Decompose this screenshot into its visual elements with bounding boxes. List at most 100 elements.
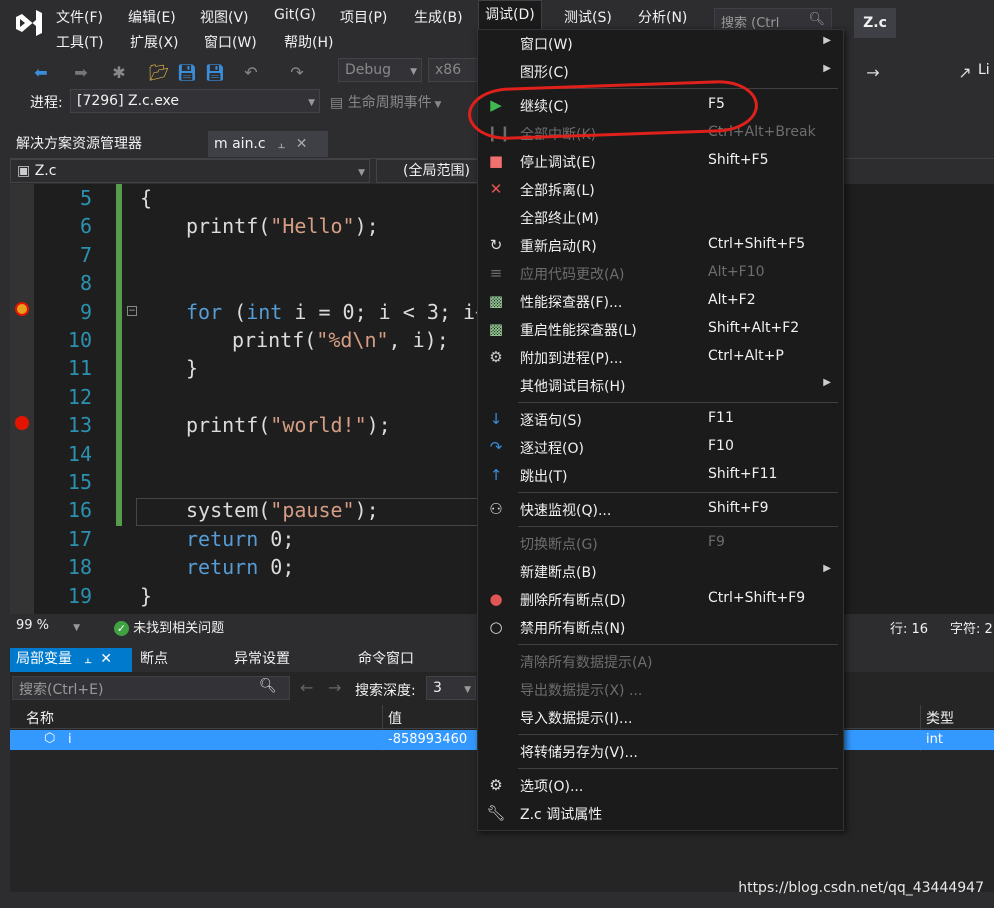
debug-menu-item[interactable]: 切换断点(G) F9 — [478, 530, 843, 558]
menu-analyze[interactable]: 分析(N) — [638, 7, 687, 27]
menu-build[interactable]: 生成(B) — [414, 7, 463, 27]
debug-menu-item[interactable]: ⚇ 快速监视(Q)... Shift+F9 — [478, 496, 843, 524]
debug-menu-item[interactable]: ↑ 跳出(T) Shift+F11 — [478, 462, 843, 490]
debug-menu-item[interactable]: ▩ 性能探查器(F)... Alt+F2 — [478, 288, 843, 316]
menu-extensions[interactable]: 扩展(X) — [130, 32, 179, 52]
code-line[interactable]: return 0; — [186, 527, 294, 551]
platform-dropdown[interactable]: x86 — [428, 58, 478, 82]
search-forward-icon[interactable]: → — [328, 678, 341, 697]
live-share-icon[interactable]: ↗ — [954, 62, 976, 84]
menu-debug[interactable]: 调试(D) — [478, 0, 542, 30]
undo-icon[interactable]: ↶ — [240, 62, 262, 84]
menu-test[interactable]: 测试(S) — [564, 7, 612, 27]
step-arrow-icon[interactable]: → — [862, 62, 884, 84]
collapse-icon[interactable]: − — [127, 306, 137, 316]
menu-window[interactable]: 窗口(W) — [204, 32, 257, 52]
search-depth-value: 3 — [433, 680, 442, 696]
glyph-margin[interactable] — [10, 184, 34, 614]
code-line[interactable]: { — [140, 186, 152, 210]
tab-breakpoints[interactable]: 断点 — [134, 648, 174, 672]
debug-menu-item[interactable]: ⚙ 附加到进程(P)... Ctrl+Alt+P — [478, 344, 843, 372]
code-line[interactable]: return 0; — [186, 555, 294, 579]
close-icon[interactable]: ✕ — [100, 651, 112, 667]
debug-menu-item[interactable]: ≡ 应用代码更改(A) Alt+F10 — [478, 260, 843, 288]
pin-icon[interactable]: ⫠ — [84, 652, 91, 666]
debug-menu-item[interactable]: ○ 禁用所有断点(N) — [478, 614, 843, 642]
debug-menu-item-shortcut: Shift+F5 — [708, 152, 769, 168]
breakpoint-warning-icon[interactable] — [15, 302, 29, 316]
search-back-icon[interactable]: ← — [300, 678, 313, 697]
column-value[interactable]: 值 — [388, 708, 402, 728]
tab-locals[interactable]: 局部变量 ⫠ ✕ — [10, 648, 132, 672]
new-project-icon[interactable]: ✱ — [108, 62, 130, 84]
line-number: 19 — [67, 584, 92, 608]
debug-menu-item[interactable]: ■ 停止调试(E) Shift+F5 — [478, 148, 843, 176]
debug-menu-item[interactable]: 新建断点(B) ▶ — [478, 558, 843, 586]
debug-menu-item[interactable]: ↓ 逐语句(S) F11 — [478, 406, 843, 434]
debug-menu-item[interactable]: 窗口(W) ▶ — [478, 30, 843, 58]
debug-menu-item[interactable]: ✕ 全部拆离(L) — [478, 176, 843, 204]
save-all-icon[interactable]: 💾︎ — [204, 62, 226, 84]
debug-menu-item[interactable]: 将转储另存为(V)... — [478, 738, 843, 766]
zoom-dropdown[interactable]: 99 % ▼ — [10, 615, 84, 637]
debug-menu-item[interactable]: 导出数据提示(X) ... — [478, 676, 843, 704]
submenu-arrow-icon: ▶ — [823, 63, 831, 74]
search-depth-label: 搜索深度: — [355, 683, 416, 699]
debug-menu-item[interactable]: 其他调试目标(H) ▶ — [478, 372, 843, 400]
config-dropdown[interactable]: Debug ▼ — [338, 58, 422, 82]
debug-menu-item[interactable]: 清除所有数据提示(A) — [478, 648, 843, 676]
debug-menu-item[interactable]: ↷ 逐过程(O) F10 — [478, 434, 843, 462]
debug-menu-item-label: 窗口(W) — [520, 37, 573, 53]
code-line[interactable]: } — [186, 356, 198, 380]
debug-menu-item[interactable]: 全部终止(M) — [478, 204, 843, 232]
tab-solution-explorer[interactable]: 解决方案资源管理器 — [10, 131, 148, 157]
debug-menu-item[interactable]: 🔧︎ Z.c 调试属性 — [478, 800, 843, 828]
search-depth-dropdown[interactable]: 3 ▼ — [426, 676, 476, 700]
code-line[interactable]: printf("%d\n", i); — [232, 328, 449, 352]
code-line[interactable]: printf("Hello"); — [186, 214, 379, 238]
open-folder-icon[interactable]: 📂︎ — [148, 62, 170, 84]
issues-indicator[interactable]: ✓ 未找到相关问题 — [114, 617, 224, 636]
debug-menu-item[interactable]: ● 删除所有断点(D) Ctrl+Shift+F9 — [478, 586, 843, 614]
tab-exception-settings[interactable]: 异常设置 — [228, 648, 296, 672]
debug-menu-item-shortcut: Ctrl+Alt+P — [708, 348, 784, 364]
debug-menu-item-label: 附加到进程(P)... — [520, 351, 623, 367]
tab-command-window[interactable]: 命令窗口 — [352, 648, 420, 672]
code-line[interactable]: } — [140, 584, 152, 608]
debug-menu-item[interactable]: ▩ 重启性能探查器(L) Shift+Alt+F2 — [478, 316, 843, 344]
tab-main-c[interactable]: m ain.c ⫠ ✕ — [208, 131, 328, 157]
forward-icon[interactable]: ➡ — [70, 62, 92, 84]
column-type[interactable]: 类型 — [926, 708, 954, 728]
file-nav-dropdown[interactable]: ▣ Z.c ▼ — [10, 159, 370, 183]
code-line[interactable]: for (int i = 0; i < 3; i+ — [186, 300, 487, 324]
menu-edit[interactable]: 编辑(E) — [128, 7, 176, 27]
debug-menu-item[interactable]: ↻ 重新启动(R) Ctrl+Shift+F5 — [478, 232, 843, 260]
breakpoint-icon[interactable] — [15, 416, 29, 430]
back-icon[interactable]: ⬅ — [30, 62, 52, 84]
menu-help[interactable]: 帮助(H) — [284, 32, 333, 52]
debug-menu-item[interactable]: 导入数据提示(I)... — [478, 704, 843, 732]
menu-git[interactable]: Git(G) — [274, 7, 316, 23]
debug-menu-item[interactable]: ⚙ 选项(O)... — [478, 772, 843, 800]
live-share-label[interactable]: Li — [978, 62, 990, 78]
tab-locals-label: 局部变量 — [16, 651, 72, 667]
menu-separator — [518, 768, 838, 769]
code-line[interactable]: printf("world!"); — [186, 413, 391, 437]
debug-menu-item-label: 将转储另存为(V)... — [520, 745, 638, 761]
locals-search-input[interactable]: 搜索(Ctrl+E) 🔍︎ — [12, 676, 290, 700]
scope-dropdown[interactable]: (全局范围) — [376, 159, 486, 183]
save-icon[interactable]: 💾︎ — [176, 62, 198, 84]
menu-view[interactable]: 视图(V) — [200, 7, 249, 27]
menu-tools[interactable]: 工具(T) — [56, 32, 103, 52]
search-icon[interactable]: 🔍︎ — [259, 678, 277, 694]
redo-icon[interactable]: ↷ — [286, 62, 308, 84]
menu-project[interactable]: 项目(P) — [340, 7, 387, 27]
lifecycle-events[interactable]: ▤ 生命周期事件 ▼ — [330, 92, 441, 112]
code-line[interactable]: system("pause"); — [186, 498, 379, 522]
solution-badge: Z.c — [854, 8, 896, 38]
close-icon[interactable]: ✕ — [296, 136, 308, 152]
column-name[interactable]: 名称 — [26, 708, 54, 728]
pin-icon[interactable]: ⫠ — [278, 137, 285, 151]
menu-file[interactable]: 文件(F) — [56, 7, 103, 27]
process-dropdown[interactable]: [7296] Z.c.exe ▼ — [70, 89, 320, 113]
